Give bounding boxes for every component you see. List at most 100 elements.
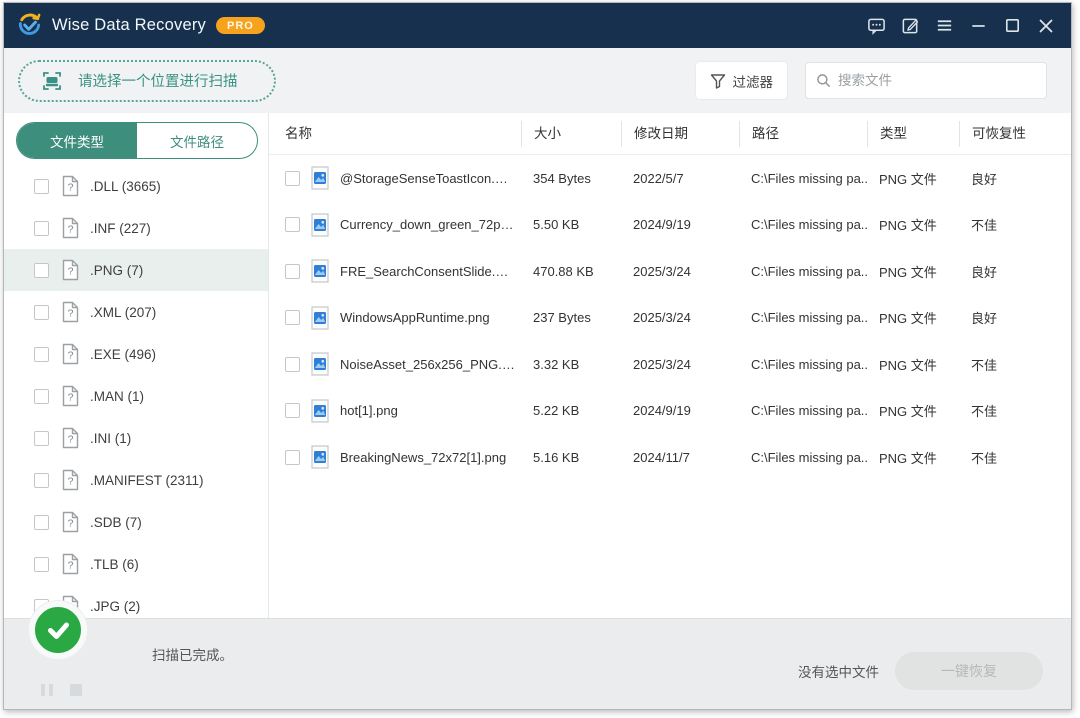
unknown-file-icon: ? — [61, 343, 80, 365]
checkbox[interactable] — [34, 431, 49, 446]
column-header[interactable]: 名称 — [269, 121, 521, 147]
column-header[interactable]: 类型 — [867, 121, 959, 147]
checkbox[interactable] — [34, 221, 49, 236]
recoverability-cell: 不佳 — [959, 401, 1059, 420]
name-cell: FRE_SearchConsentSlide.png — [269, 259, 521, 283]
checkbox[interactable] — [285, 310, 300, 325]
sidebar-tabs: 文件类型 文件路径 — [16, 122, 258, 159]
pause-icon[interactable] — [41, 684, 53, 696]
search-input[interactable] — [838, 73, 1036, 88]
filetype-item[interactable]: ? .INF (227) — [4, 207, 268, 249]
table-row[interactable]: FRE_SearchConsentSlide.png 470.88 KB 202… — [269, 248, 1071, 295]
type-cell: PNG 文件 — [867, 262, 959, 281]
file-name: NoiseAsset_256x256_PNG.png — [340, 357, 521, 372]
type-cell: PNG 文件 — [867, 355, 959, 374]
filetype-item[interactable]: ? .TLB (6) — [4, 543, 268, 585]
date-cell: 2024/9/19 — [621, 217, 739, 232]
name-cell: WindowsAppRuntime.png — [269, 306, 521, 330]
search-icon — [816, 73, 831, 88]
date-cell: 2024/9/19 — [621, 403, 739, 418]
table-row[interactable]: WindowsAppRuntime.png 237 Bytes 2025/3/2… — [269, 295, 1071, 342]
checkbox[interactable] — [34, 557, 49, 572]
checkbox[interactable] — [285, 171, 300, 186]
png-file-icon — [310, 352, 330, 376]
sidebar-tab[interactable]: 文件类型 — [17, 123, 137, 158]
name-cell: Currency_down_green_72px[1].... — [269, 213, 521, 237]
footer-actions: 没有选中文件 一键恢复 — [798, 652, 1043, 690]
minimize-icon[interactable] — [963, 11, 993, 41]
select-scan-location-button[interactable]: 请选择一个位置进行扫描 — [18, 60, 276, 102]
checkbox[interactable] — [285, 217, 300, 232]
recoverability-cell: 良好 — [959, 308, 1059, 327]
filetype-item[interactable]: ? .EXE (496) — [4, 333, 268, 375]
path-cell: C:\Files missing pa... — [739, 171, 867, 186]
filetype-item[interactable]: ? .MANIFEST (2311) — [4, 459, 268, 501]
search-box[interactable] — [805, 62, 1047, 99]
filetype-item[interactable]: ? .DLL (3665) — [4, 165, 268, 207]
filetype-label: .SDB (7) — [90, 515, 142, 530]
type-cell: PNG 文件 — [867, 401, 959, 420]
checkbox[interactable] — [34, 305, 49, 320]
maximize-icon[interactable] — [997, 11, 1027, 41]
size-cell: 5.50 KB — [521, 217, 621, 232]
sidebar-tab[interactable]: 文件路径 — [137, 123, 257, 158]
checkbox[interactable] — [285, 403, 300, 418]
checkbox[interactable] — [34, 389, 49, 404]
column-header[interactable]: 路径 — [739, 121, 867, 147]
filetype-item[interactable]: ? .PNG (7) — [4, 249, 268, 291]
filetype-item[interactable]: ? .MAN (1) — [4, 375, 268, 417]
path-cell: C:\Files missing pa... — [739, 450, 867, 465]
feedback-icon[interactable] — [861, 11, 891, 41]
checkbox[interactable] — [34, 515, 49, 530]
date-cell: 2025/3/24 — [621, 264, 739, 279]
menu-icon[interactable] — [929, 11, 959, 41]
unknown-file-icon: ? — [61, 217, 80, 239]
column-header-label: 路径 — [752, 126, 779, 141]
filetype-label: .INI (1) — [90, 431, 131, 446]
file-name: Currency_down_green_72px[1].... — [340, 217, 521, 232]
table-row[interactable]: hot[1].png 5.22 KB 2024/9/19 C:\Files mi… — [269, 388, 1071, 435]
svg-text:?: ? — [68, 560, 74, 572]
checkbox[interactable] — [285, 264, 300, 279]
checkbox[interactable] — [34, 347, 49, 362]
checkbox[interactable] — [285, 450, 300, 465]
png-file-icon — [310, 166, 330, 190]
png-file-icon — [310, 399, 330, 423]
close-icon[interactable] — [1031, 11, 1061, 41]
table-header: 名称 大小 修改日期 路径 类型 — [269, 113, 1071, 155]
filter-button[interactable]: 过滤器 — [696, 62, 788, 99]
recover-button[interactable]: 一键恢复 — [895, 652, 1043, 690]
stop-icon[interactable] — [70, 684, 82, 696]
filetype-item[interactable]: ? .INI (1) — [4, 417, 268, 459]
filetype-item[interactable]: ? .XML (207) — [4, 291, 268, 333]
type-cell: PNG 文件 — [867, 448, 959, 467]
recoverability-cell: 不佳 — [959, 448, 1059, 467]
file-name: FRE_SearchConsentSlide.png — [340, 264, 521, 279]
svg-text:?: ? — [68, 392, 74, 404]
column-header[interactable]: 修改日期 — [621, 121, 739, 147]
table-row[interactable]: NoiseAsset_256x256_PNG.png 3.32 KB 2025/… — [269, 341, 1071, 388]
date-cell: 2025/3/24 — [621, 310, 739, 325]
type-cell: PNG 文件 — [867, 308, 959, 327]
filetype-item[interactable]: ? .SDB (7) — [4, 501, 268, 543]
size-cell: 3.32 KB — [521, 357, 621, 372]
app-title: Wise Data Recovery — [52, 16, 206, 35]
column-header[interactable]: 可恢复性 — [959, 121, 1059, 147]
checkbox[interactable] — [34, 263, 49, 278]
column-header[interactable]: 大小 — [521, 121, 621, 147]
date-cell: 2022/5/7 — [621, 171, 739, 186]
checkbox[interactable] — [285, 357, 300, 372]
register-icon[interactable] — [895, 11, 925, 41]
table-row[interactable]: @StorageSenseToastIcon.png 354 Bytes 202… — [269, 155, 1071, 202]
checkbox[interactable] — [34, 179, 49, 194]
scan-status-text: 扫描已完成。 — [152, 644, 233, 664]
table-row[interactable]: BreakingNews_72x72[1].png 5.16 KB 2024/1… — [269, 434, 1071, 481]
svg-text:?: ? — [68, 308, 74, 320]
size-cell: 470.88 KB — [521, 264, 621, 279]
table-row[interactable]: Currency_down_green_72px[1].... 5.50 KB … — [269, 202, 1071, 249]
sidebar: 文件类型 文件路径 ? — [4, 113, 269, 618]
column-header-label: 名称 — [285, 126, 312, 141]
checkbox[interactable] — [34, 473, 49, 488]
name-cell: NoiseAsset_256x256_PNG.png — [269, 352, 521, 376]
type-cell: PNG 文件 — [867, 215, 959, 234]
